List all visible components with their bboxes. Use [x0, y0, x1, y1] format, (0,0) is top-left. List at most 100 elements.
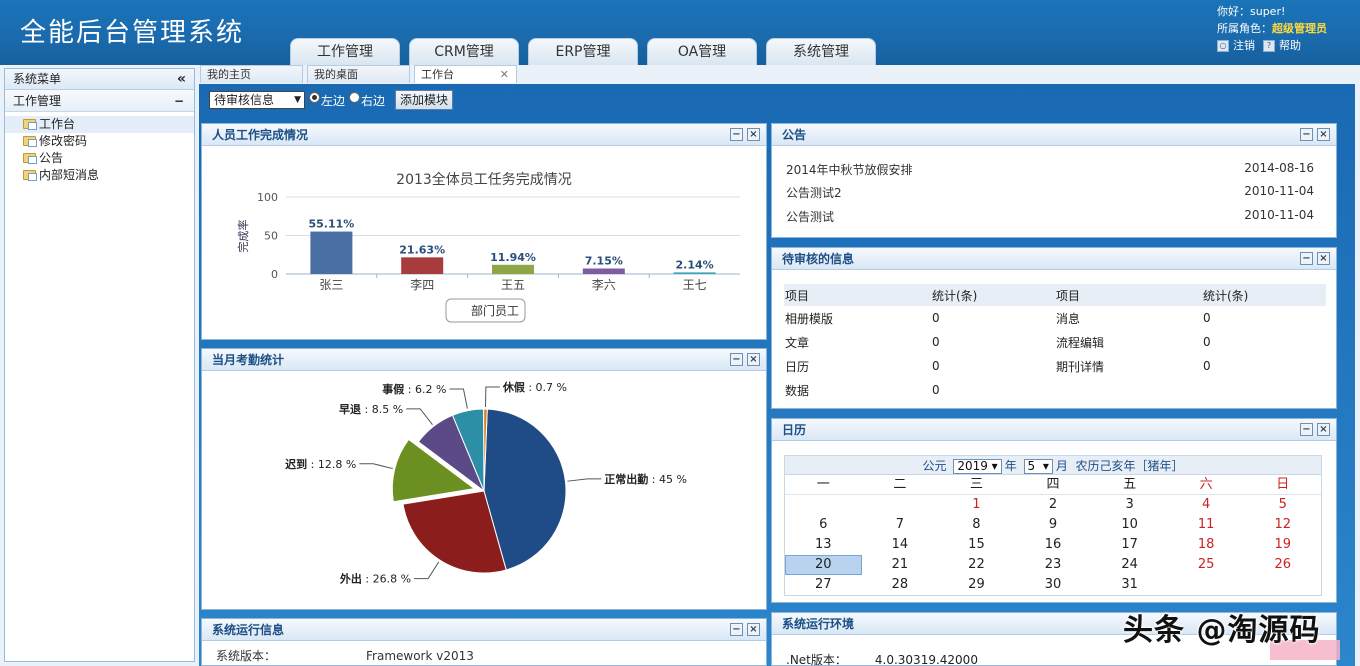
minimize-icon[interactable]: − [730, 128, 743, 141]
minimize-icon[interactable]: − [1300, 423, 1313, 436]
panel-announcement: 公告 − × 2014年中秋节放假安排 2014-08-16 公告测试2 2010-1… [771, 123, 1337, 238]
calendar-day[interactable]: 6 [785, 515, 862, 535]
calendar-day[interactable]: 21 [862, 555, 939, 575]
announcement-row[interactable]: 2014年中秋节放假安排 2014-08-16 [786, 161, 1314, 178]
sidebar-title: 系统菜单 [13, 72, 62, 86]
calendar-day[interactable]: 26 [1244, 555, 1321, 575]
announcement-title[interactable]: 公告测试2 [786, 186, 842, 200]
page-tabs: 我的主页 我的桌面 工作台 ✕ [200, 65, 517, 83]
y-axis-label: 完成率 [236, 220, 250, 253]
calendar-day[interactable]: 29 [938, 575, 1015, 595]
panel-title: 人员工作完成情况 [212, 128, 309, 142]
month-select[interactable]: 5 ▾ [1023, 459, 1053, 474]
slice-value: : 0.7 % [525, 381, 567, 394]
folder-icon [23, 153, 37, 164]
announcement-row[interactable]: 公告测试 2010-11-04 [786, 208, 1314, 225]
calendar-day[interactable]: 14 [862, 535, 939, 555]
calendar-day[interactable]: 13 [785, 535, 862, 555]
slice-value: : 26.8 % [362, 573, 411, 586]
calendar-day[interactable]: 24 [1091, 555, 1168, 575]
radio-right[interactable]: 右边 [349, 91, 385, 109]
radio-left-dot[interactable] [309, 91, 320, 103]
close-icon[interactable]: × [1317, 128, 1330, 141]
close-icon[interactable]: × [1317, 252, 1330, 265]
greeting: 你好：super! [1217, 5, 1286, 18]
calendar-day[interactable]: 3 [1091, 495, 1168, 515]
sidebar-item-announcement[interactable]: 公告 [5, 150, 194, 167]
top-tab-crm[interactable]: CRM管理 [409, 38, 519, 65]
close-icon[interactable]: × [747, 623, 760, 636]
top-tab-oa[interactable]: OA管理 [647, 38, 757, 65]
table-row: 相册模版 0 消息 0 [784, 306, 1326, 330]
pie-leader-line [414, 561, 440, 580]
calendar-day[interactable]: 10 [1091, 515, 1168, 535]
radio-left[interactable]: 左边 [309, 91, 345, 109]
sidebar-item-label: 内部短消息 [39, 168, 100, 182]
minimize-icon[interactable]: − [1300, 252, 1313, 265]
tab-my-home[interactable]: 我的主页 [200, 65, 303, 83]
add-module-button[interactable]: 添加模块 [395, 90, 454, 110]
announcement-row[interactable]: 公告测试2 2010-11-04 [786, 184, 1314, 201]
panel-title: 待审核的信息 [782, 252, 855, 266]
top-tab-system[interactable]: 系统管理 [766, 38, 876, 65]
tab-my-desktop[interactable]: 我的桌面 [307, 65, 410, 83]
logout-icon: ○ [1217, 40, 1229, 52]
calendar-day[interactable]: 2 [1015, 495, 1092, 515]
calendar-day[interactable]: 25 [1168, 555, 1245, 575]
calendar-day[interactable]: 23 [1015, 555, 1092, 575]
calendar-day[interactable]: 12 [1244, 515, 1321, 535]
department-staff-button[interactable]: 部门员工 [445, 298, 526, 323]
calendar-day[interactable]: 7 [862, 515, 939, 535]
calendar-day[interactable]: 15 [938, 535, 1015, 555]
calendar-day[interactable]: 19 [1244, 535, 1321, 555]
radio-right-dot[interactable] [349, 91, 361, 103]
table-cell: 0 [932, 359, 940, 373]
minimize-icon[interactable]: − [730, 623, 743, 636]
group-collapse-icon[interactable]: − [174, 90, 184, 112]
calendar-day[interactable]: 8 [938, 515, 1015, 535]
sidebar-group-work[interactable]: 工作管理 − [5, 90, 194, 112]
calendar-day[interactable]: 1 [938, 495, 1015, 515]
close-icon[interactable]: × [747, 353, 760, 366]
calendar-day[interactable]: 22 [938, 555, 1015, 575]
lunar-year: 农历己亥年［猪年］ [1075, 459, 1184, 473]
module-select[interactable]: 待审核信息 ▼ [209, 91, 305, 109]
year-select[interactable]: 2019 ▾ [953, 459, 1002, 474]
calendar-day[interactable]: 9 [1015, 515, 1092, 535]
top-tab-work[interactable]: 工作管理 [290, 38, 400, 65]
announcement-title[interactable]: 公告测试 [786, 210, 834, 224]
pie-leader-line [359, 463, 393, 470]
calendar-day[interactable]: 11 [1168, 515, 1245, 535]
sidebar-item-messages[interactable]: 内部短消息 [5, 167, 194, 184]
calendar-day[interactable]: 17 [1091, 535, 1168, 555]
table-cell: 0 [932, 335, 940, 349]
pie-data-label: 正常出勤 : 45 % [604, 472, 687, 486]
minimize-icon[interactable]: − [730, 353, 743, 366]
panel-calendar: 日历 − × 公元 2019 ▾ 年 5 ▾ 月 农历己亥年［猪年］ 一 二 三 四 五 六 日 1… [771, 418, 1337, 603]
collapse-sidebar-icon[interactable]: « [177, 69, 186, 90]
calendar-day[interactable]: 16 [1015, 535, 1092, 555]
help-link[interactable]: ? 帮助 [1263, 37, 1301, 54]
announcement-title[interactable]: 2014年中秋节放假安排 [786, 163, 913, 177]
sidebar-item-change-password[interactable]: 修改密码 [5, 133, 194, 150]
calendar-day[interactable]: 28 [862, 575, 939, 595]
table-cell: 0 [1203, 335, 1211, 349]
sidebar-item-workbench[interactable]: 工作台 [5, 116, 194, 133]
calendar-day[interactable]: 27 [785, 575, 862, 595]
calendar-day[interactable]: 4 [1168, 495, 1245, 515]
calendar-day[interactable]: 18 [1168, 535, 1245, 555]
calendar-day[interactable]: 31 [1091, 575, 1168, 595]
logout-link[interactable]: ○ 注销 [1217, 37, 1255, 54]
tab-workbench[interactable]: 工作台 ✕ [414, 65, 517, 83]
panel-title: 日历 [782, 423, 807, 437]
bar-chart: 2013全体员工任务完成情况完成率 0 50 100 55.11% 张三 21.63% 李四 1… [236, 171, 740, 323]
calendar-day[interactable]: 30 [1015, 575, 1092, 595]
close-icon[interactable]: × [1317, 423, 1330, 436]
top-tab-erp[interactable]: ERP管理 [528, 38, 638, 65]
minimize-icon[interactable]: − [1300, 128, 1313, 141]
calendar-day[interactable]: 5 [1244, 495, 1321, 515]
close-icon[interactable]: ✕ [500, 66, 509, 83]
calendar-day-today[interactable]: 20 [785, 555, 862, 575]
close-icon[interactable]: × [747, 128, 760, 141]
x-tick-label: 王七 [683, 278, 707, 292]
